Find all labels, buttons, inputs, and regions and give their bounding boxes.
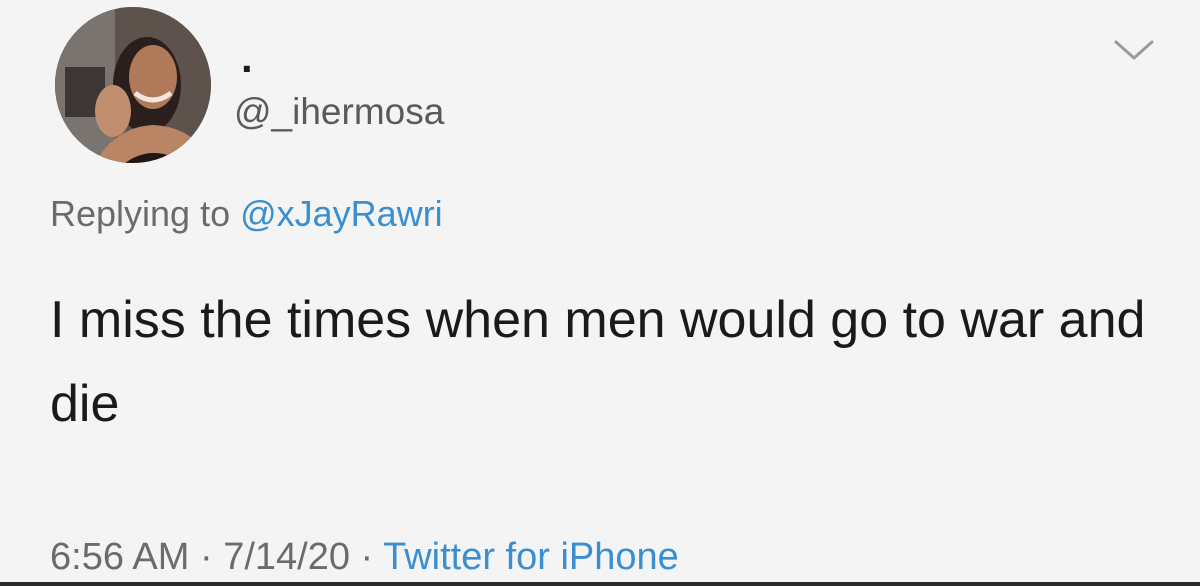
reply-context: Replying to @xJayRawri (50, 192, 443, 236)
avatar[interactable] (55, 7, 211, 163)
tweet-card: . @_ihermosa Replying to @xJayRawri I mi… (0, 0, 1200, 586)
tweet-time[interactable]: 6:56 AM (50, 536, 189, 578)
chevron-down-icon[interactable] (1112, 38, 1156, 64)
display-name[interactable]: . (241, 37, 253, 79)
meta-separator: · (350, 536, 384, 578)
user-handle[interactable]: @_ihermosa (234, 90, 444, 134)
reply-prefix: Replying to (50, 193, 241, 234)
tweet-text: I miss the times when men would go to wa… (50, 291, 1146, 433)
reply-mention-link[interactable]: @xJayRawri (240, 193, 443, 234)
tweet-meta: 6:56 AM · 7/14/20 · Twitter for iPhone (50, 533, 679, 581)
meta-separator: · (189, 536, 224, 578)
tweet-date[interactable]: 7/14/20 (223, 536, 350, 578)
profile-photo (55, 7, 211, 163)
tweet-source-link[interactable]: Twitter for iPhone (383, 536, 679, 578)
divider (0, 582, 1200, 586)
